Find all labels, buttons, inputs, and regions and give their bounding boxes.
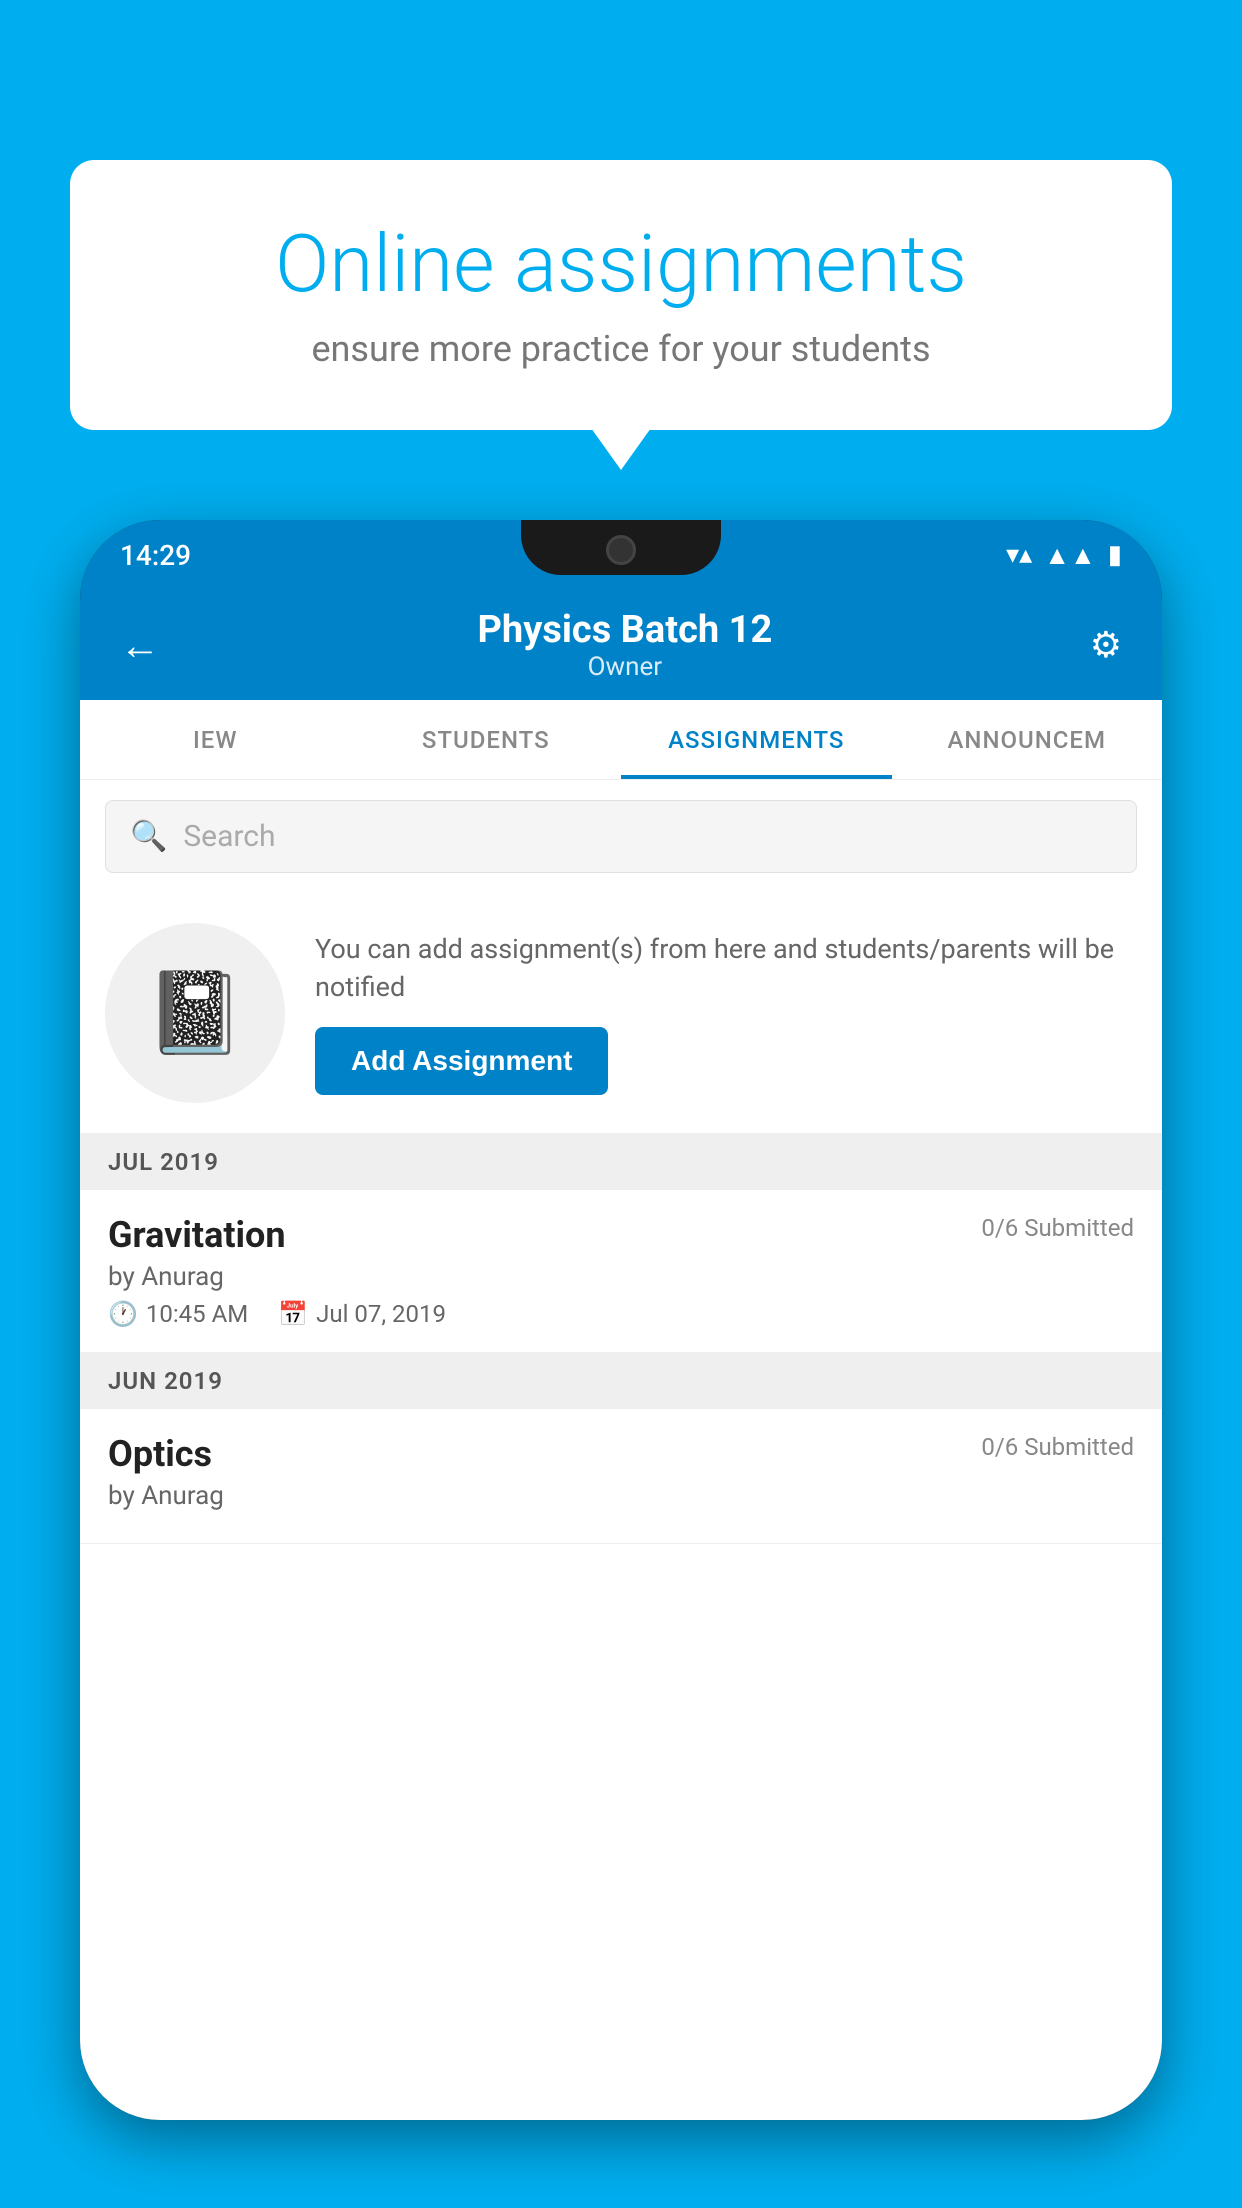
section-header-text-jun: JUN 2019 (108, 1367, 223, 1395)
search-placeholder: Search (183, 819, 275, 854)
assignment-top-row: Gravitation 0/6 Submitted (108, 1214, 1134, 1256)
assignment-title-gravitation: Gravitation (108, 1214, 286, 1256)
status-icons: ▾▴ ▲▲ ▮ (1006, 540, 1122, 571)
assignment-date: 📅 Jul 07, 2019 (278, 1300, 446, 1328)
settings-icon[interactable]: ⚙ (1090, 624, 1122, 666)
assignment-author-gravitation: by Anurag (108, 1262, 1134, 1292)
assignment-meta-gravitation: 🕐 10:45 AM 📅 Jul 07, 2019 (108, 1300, 1134, 1328)
empty-state: 📓 You can add assignment(s) from here an… (80, 893, 1162, 1134)
notebook-icon: 📓 (145, 966, 245, 1060)
empty-description: You can add assignment(s) from here and … (315, 931, 1137, 1007)
phone-camera (606, 535, 636, 565)
assignment-submitted-gravitation: 0/6 Submitted (981, 1214, 1134, 1242)
section-header-jun: JUN 2019 (80, 1353, 1162, 1409)
header-subtitle: Owner (160, 652, 1090, 682)
assignment-item-optics[interactable]: Optics 0/6 Submitted by Anurag (80, 1409, 1162, 1544)
wifi-icon: ▾▴ (1006, 540, 1032, 570)
app-header: ← Physics Batch 12 Owner ⚙ (80, 590, 1162, 700)
search-bar[interactable]: 🔍 Search (105, 800, 1137, 873)
tab-students[interactable]: STUDENTS (351, 700, 622, 779)
bubble-subtitle: ensure more practice for your students (140, 328, 1102, 370)
search-icon: 🔍 (130, 819, 167, 854)
status-time: 14:29 (120, 539, 191, 572)
assignment-time: 🕐 10:45 AM (108, 1300, 248, 1328)
tab-announcements[interactable]: ANNOUNCEM (892, 700, 1163, 779)
assignment-title-optics: Optics (108, 1433, 212, 1475)
signal-icon: ▲▲ (1044, 540, 1095, 571)
assignment-top-row-optics: Optics 0/6 Submitted (108, 1433, 1134, 1475)
tab-iew[interactable]: IEW (80, 700, 351, 779)
date-value: Jul 07, 2019 (316, 1300, 446, 1328)
speech-bubble: Online assignments ensure more practice … (70, 160, 1172, 430)
time-value: 10:45 AM (146, 1300, 248, 1328)
empty-icon-circle: 📓 (105, 923, 285, 1103)
phone-outer: 14:29 ▾▴ ▲▲ ▮ ← Physics Batch 12 Owner ⚙… (80, 520, 1162, 2120)
back-button[interactable]: ← (120, 622, 160, 669)
assignment-item-gravitation[interactable]: Gravitation 0/6 Submitted by Anurag 🕐 10… (80, 1190, 1162, 1353)
section-header-jul: JUL 2019 (80, 1134, 1162, 1190)
header-title-wrapper: Physics Batch 12 Owner (160, 608, 1090, 682)
tab-assignments[interactable]: ASSIGNMENTS (621, 700, 892, 779)
empty-text-area: You can add assignment(s) from here and … (315, 931, 1137, 1095)
section-header-text-jul: JUL 2019 (108, 1148, 219, 1176)
phone-notch (521, 520, 721, 575)
screen-content: 🔍 Search 📓 You can add assignment(s) fro… (80, 780, 1162, 2120)
phone-wrapper: 14:29 ▾▴ ▲▲ ▮ ← Physics Batch 12 Owner ⚙… (80, 520, 1162, 2208)
add-assignment-button[interactable]: Add Assignment (315, 1027, 608, 1095)
tabs-bar: IEW STUDENTS ASSIGNMENTS ANNOUNCEM (80, 700, 1162, 780)
calendar-icon: 📅 (278, 1300, 308, 1328)
battery-icon: ▮ (1108, 540, 1122, 570)
assignment-author-optics: by Anurag (108, 1481, 1134, 1511)
header-title: Physics Batch 12 (160, 608, 1090, 652)
clock-icon: 🕐 (108, 1300, 138, 1328)
speech-bubble-wrapper: Online assignments ensure more practice … (70, 160, 1172, 430)
bubble-title: Online assignments (140, 220, 1102, 308)
assignment-submitted-optics: 0/6 Submitted (981, 1433, 1134, 1461)
